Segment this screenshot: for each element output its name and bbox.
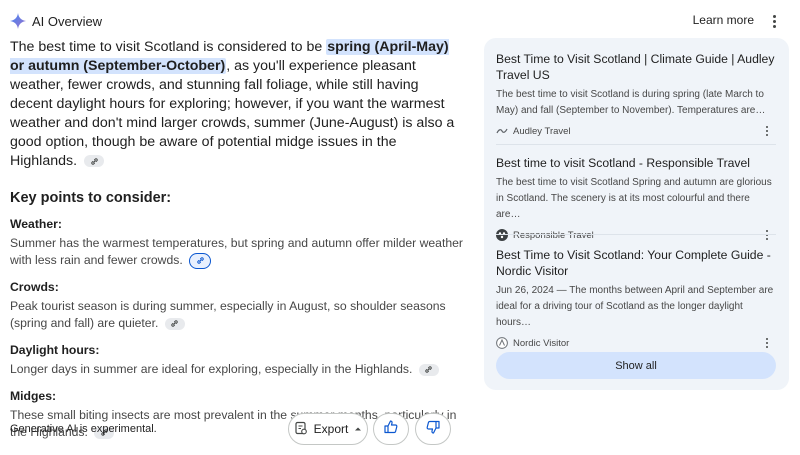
summary-paragraph: The best time to visit Scotland is consi… xyxy=(10,38,465,171)
caret-up-icon xyxy=(354,422,362,436)
key-point-crowds: Crowds: Peak tourist season is during su… xyxy=(10,280,465,332)
source-attribution: Responsible Travel xyxy=(496,227,776,243)
source-name: Nordic Visitor xyxy=(513,337,570,349)
sparkle-icon xyxy=(10,13,26,29)
thumbs-down-icon xyxy=(425,419,441,440)
key-point-heading: Midges: xyxy=(10,389,57,403)
audley-travel-logo-icon xyxy=(496,125,508,137)
thumbs-down-button[interactable] xyxy=(415,413,451,445)
source-card-title[interactable]: Best Time to Visit Scotland: Your Comple… xyxy=(496,247,776,279)
key-point-heading: Crowds: xyxy=(10,280,59,294)
card-divider xyxy=(496,234,776,235)
key-point-text-content: Summer has the warmest temperatures, but… xyxy=(10,236,463,267)
citation-link-icon[interactable] xyxy=(164,317,185,330)
overview-content: The best time to visit Scotland is consi… xyxy=(10,38,465,441)
thumbs-up-button[interactable] xyxy=(373,413,409,445)
key-point-text: Summer has the warmest temperatures, but… xyxy=(10,235,465,269)
learn-more-link[interactable]: Learn more xyxy=(693,13,754,27)
source-attribution: Audley Travel xyxy=(496,123,776,139)
key-point-text: Peak tourist season is during summer, es… xyxy=(10,298,465,332)
ai-overview-header: AI Overview Learn more xyxy=(10,11,790,31)
key-points-title: Key points to consider: xyxy=(10,190,172,206)
source-card[interactable]: Best time to visit Scotland - Responsibl… xyxy=(496,155,776,243)
source-card[interactable]: Best Time to Visit Scotland | Climate Gu… xyxy=(496,51,776,139)
responsible-travel-logo-icon xyxy=(496,229,508,241)
key-point-text-content: Peak tourist season is during summer, es… xyxy=(10,299,446,330)
key-point-text: Longer days in summer are ideal for expl… xyxy=(10,361,465,378)
summary-text-end: , as you'll experience pleasant weather,… xyxy=(10,58,455,169)
experimental-disclaimer: Generative AI is experimental. xyxy=(10,423,157,435)
source-attribution: Nordic Visitor xyxy=(496,335,776,351)
show-all-button[interactable]: Show all xyxy=(496,352,776,379)
source-name: Audley Travel xyxy=(513,125,571,137)
nordic-visitor-logo-icon xyxy=(496,337,508,349)
source-card-snippet: Jun 26, 2024 — The months between April … xyxy=(496,285,774,328)
thumbs-up-icon xyxy=(383,419,399,440)
export-icon xyxy=(294,421,308,438)
sources-panel: Best Time to Visit Scotland | Climate Gu… xyxy=(484,38,789,390)
more-options-icon[interactable] xyxy=(766,11,782,31)
source-card-title[interactable]: Best Time to Visit Scotland | Climate Gu… xyxy=(496,51,776,83)
citation-link-icon[interactable] xyxy=(418,363,439,376)
source-options-icon[interactable] xyxy=(762,125,772,137)
summary-text-start: The best time to visit Scotland is consi… xyxy=(10,39,327,55)
source-card-title[interactable]: Best time to visit Scotland - Responsibl… xyxy=(496,155,776,171)
key-point-weather: Weather: Summer has the warmest temperat… xyxy=(10,217,465,269)
source-name: Responsible Travel xyxy=(513,229,594,241)
source-options-icon[interactable] xyxy=(762,229,772,241)
key-point-daylight: Daylight hours: Longer days in summer ar… xyxy=(10,343,465,378)
export-label: Export xyxy=(313,422,349,436)
key-point-heading: Weather: xyxy=(10,217,62,231)
key-point-text-content: Longer days in summer are ideal for expl… xyxy=(10,362,413,376)
source-card[interactable]: Best Time to Visit Scotland: Your Comple… xyxy=(496,247,776,351)
citation-link-icon[interactable] xyxy=(84,155,104,168)
ai-overview-title: AI Overview xyxy=(32,13,103,29)
export-button[interactable]: Export xyxy=(288,413,368,445)
key-point-heading: Daylight hours: xyxy=(10,343,100,357)
source-card-snippet: The best time to visit Scotland is durin… xyxy=(496,89,766,116)
card-divider xyxy=(496,144,776,145)
citation-link-icon[interactable] xyxy=(189,252,212,269)
source-card-snippet: The best time to visit Scotland Spring a… xyxy=(496,177,772,220)
source-options-icon[interactable] xyxy=(762,337,772,349)
